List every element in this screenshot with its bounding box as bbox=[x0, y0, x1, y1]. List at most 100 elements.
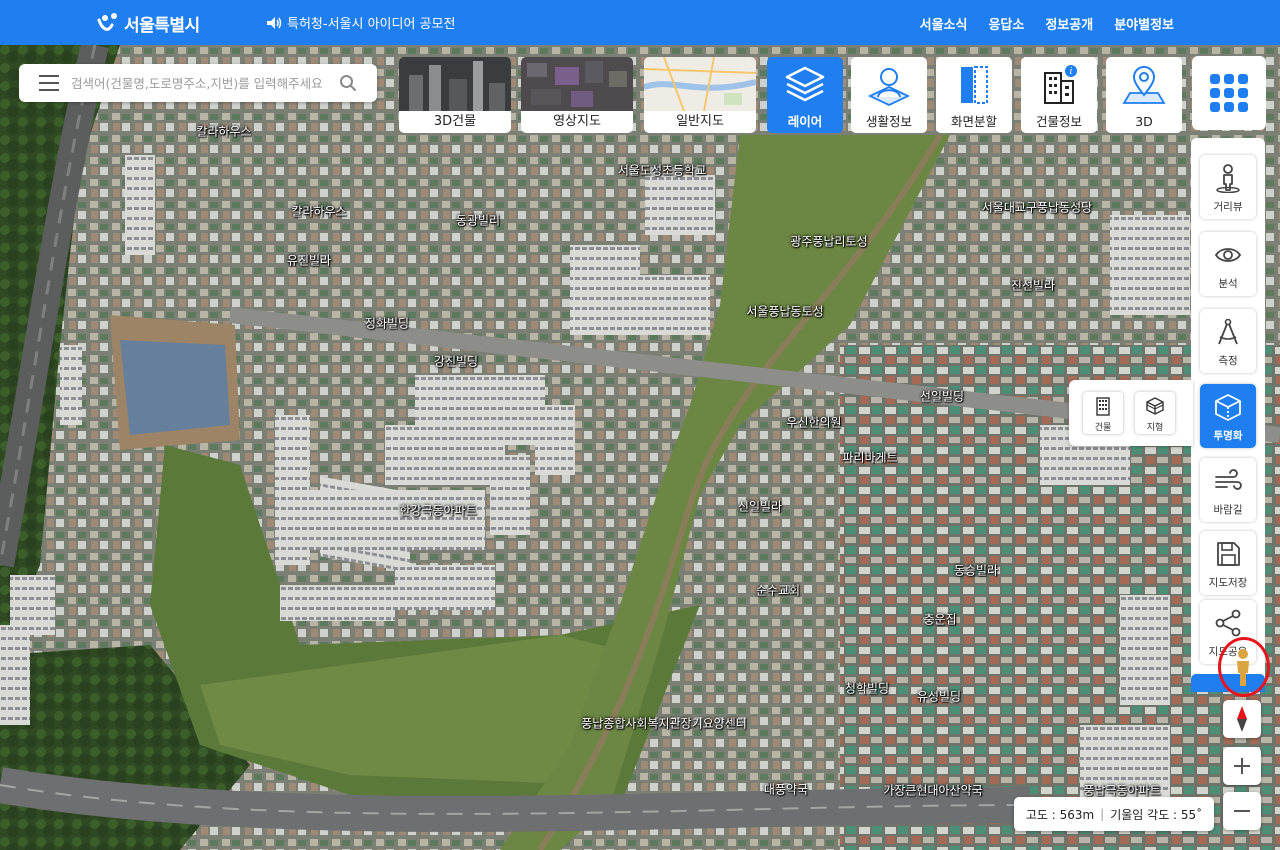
nav-seoul-news[interactable]: 서울소식 bbox=[920, 14, 968, 33]
satellite-3d-map[interactable]: 칼라하우스 칼라하우스 유진빌라 정화빌딩 동광빌리 서울도성초등학교 광주풍납리토성 서울풍… bbox=[0, 45, 1280, 850]
search-bar bbox=[19, 64, 377, 102]
building-icon bbox=[1096, 397, 1110, 416]
map-place-label[interactable]: 서울풍납동토성 bbox=[746, 303, 823, 320]
notice-text: 특허청-서울시 아이디어 공모전 bbox=[287, 17, 456, 32]
tab-general-map-label: 일반지도 bbox=[644, 111, 756, 133]
compass-button[interactable] bbox=[1223, 700, 1261, 738]
save-map-tool[interactable]: 지도저장 bbox=[1200, 531, 1256, 595]
hamburger-icon[interactable] bbox=[39, 75, 59, 91]
wind-path-label: 바람길 bbox=[1213, 504, 1243, 516]
building-info-icon: i bbox=[1044, 65, 1077, 104]
tab-life-info[interactable]: 생활정보 bbox=[851, 57, 927, 133]
map-place-label[interactable]: 광주풍납리토성 bbox=[790, 233, 867, 250]
logo-text: 서울특별시 bbox=[124, 15, 200, 36]
street-view-tool[interactable]: 거리뷰 bbox=[1200, 155, 1256, 219]
search-icon[interactable] bbox=[339, 74, 357, 92]
altitude-readout: 고도 : 563m bbox=[1025, 807, 1095, 822]
map-place-label[interactable]: 칼라하우스 bbox=[196, 123, 251, 140]
map-place-label[interactable]: 충운집 bbox=[923, 611, 956, 628]
svg-text:i: i bbox=[1070, 67, 1073, 77]
tab-life-info-label: 생활정보 bbox=[851, 111, 927, 133]
tab-general-map[interactable]: 일반지도 bbox=[644, 57, 756, 133]
zoom-in-button[interactable] bbox=[1223, 747, 1261, 785]
wind-path-tool[interactable]: 바람길 bbox=[1200, 458, 1256, 522]
eye-icon bbox=[1214, 248, 1242, 262]
map-place-label[interactable]: 정화빌딩 bbox=[365, 315, 409, 332]
nav-field-information[interactable]: 분야별정보 bbox=[1114, 14, 1174, 33]
tilt-readout: 기울임 각도 : 55˚ bbox=[1110, 807, 1203, 822]
camera-status: 고도 : 563m | 기울임 각도 : 55˚ bbox=[1014, 797, 1214, 831]
wind-icon bbox=[1215, 469, 1242, 490]
tab-layer-label: 레이어 bbox=[767, 111, 843, 133]
transparency-terrain-label: 지형 bbox=[1146, 423, 1164, 433]
life-info-icon bbox=[867, 68, 911, 106]
tab-3d-view[interactable]: 3D bbox=[1106, 57, 1182, 133]
pedestrian-icon[interactable] bbox=[1229, 648, 1257, 688]
search-input[interactable] bbox=[71, 75, 333, 91]
measure-tool[interactable]: 측정 bbox=[1200, 309, 1256, 373]
map-place-label[interactable]: 대풍약국 bbox=[764, 781, 808, 798]
tab-split-screen-label: 화면분할 bbox=[936, 111, 1012, 133]
transparency-popup: 건물 지형 bbox=[1069, 380, 1193, 446]
grid-icon bbox=[1210, 74, 1248, 112]
tab-satellite-map-label: 영상지도 bbox=[521, 111, 633, 133]
top-header: 서울특별시 특허청-서울시 아이디어 공모전 서울소식 응답소 정보공개 분야별… bbox=[0, 0, 1280, 45]
notice-banner[interactable]: 특허청-서울시 아이디어 공모전 bbox=[266, 13, 455, 32]
3d-location-icon bbox=[1122, 66, 1166, 104]
tab-3d-building[interactable]: 3D건물 bbox=[399, 57, 511, 133]
map-place-label[interactable]: 청학빌딩 bbox=[845, 680, 889, 697]
tab-building-info[interactable]: i 건물정보 bbox=[1021, 57, 1097, 133]
map-place-label[interactable]: 신일빌라 bbox=[738, 498, 782, 515]
map-place-label[interactable]: 선일빌딩 bbox=[920, 388, 964, 405]
street-view-label: 거리뷰 bbox=[1213, 201, 1243, 213]
tab-split-screen[interactable]: 화면분할 bbox=[936, 57, 1012, 133]
map-place-label[interactable]: 유진빌라 bbox=[287, 252, 331, 269]
map-place-label[interactable]: 서울도성초등학교 bbox=[618, 162, 706, 179]
map-place-label[interactable]: 우신한의원 bbox=[786, 414, 841, 431]
3d-building-thumbnail bbox=[399, 57, 511, 111]
map-place-label[interactable]: 강진빌딩 bbox=[434, 353, 478, 370]
map-place-label[interactable]: 유성빌딩 bbox=[917, 688, 961, 705]
transparency-tool[interactable]: 투명화 bbox=[1200, 384, 1256, 448]
transparency-building-button[interactable]: 건물 bbox=[1083, 392, 1123, 434]
map-place-label[interactable]: 풍납극동아파트 bbox=[1083, 782, 1160, 799]
transparency-label: 투명화 bbox=[1213, 430, 1243, 442]
status-separator: | bbox=[1100, 807, 1105, 821]
analysis-label: 분석 bbox=[1218, 278, 1238, 290]
map-place-label[interactable]: 한강극동아파트 bbox=[399, 502, 476, 519]
analysis-tool[interactable]: 분석 bbox=[1200, 232, 1256, 296]
seoul-logo[interactable]: 서울특별시 bbox=[96, 11, 200, 36]
map-place-label[interactable]: 서울대교구풍납동성당 bbox=[982, 199, 1092, 216]
transparent-cube-icon bbox=[1215, 394, 1241, 421]
satellite-thumbnail bbox=[521, 57, 633, 111]
share-icon bbox=[1215, 609, 1241, 637]
tab-satellite-map[interactable]: 영상지도 bbox=[521, 57, 633, 133]
zoom-out-button[interactable] bbox=[1223, 792, 1261, 830]
layers-icon bbox=[785, 66, 825, 102]
map-place-label[interactable]: 풍납종합사회복지관장기요양센터 bbox=[581, 715, 747, 732]
general-map-thumbnail bbox=[644, 57, 756, 111]
plus-icon bbox=[1234, 758, 1250, 774]
transparency-terrain-button[interactable]: 지형 bbox=[1135, 392, 1175, 434]
tab-layer[interactable]: 레이어 bbox=[767, 57, 843, 133]
save-map-label: 지도저장 bbox=[1208, 577, 1248, 589]
app-grid-button[interactable] bbox=[1192, 56, 1266, 130]
map-place-label[interactable]: 진선빌라 bbox=[1011, 277, 1055, 294]
top-nav: 서울소식 응답소 정보공개 분야별정보 bbox=[920, 14, 1174, 33]
split-screen-icon bbox=[961, 66, 988, 104]
nav-information-disclosure[interactable]: 정보공개 bbox=[1045, 14, 1093, 33]
map-place-label[interactable]: 파리바게트 bbox=[842, 449, 897, 466]
map-place-label[interactable]: 가장큰현대아산약국 bbox=[883, 782, 982, 799]
map-place-label[interactable]: 동승빌라 bbox=[954, 562, 998, 579]
street-view-icon bbox=[1216, 164, 1240, 193]
tab-3d-view-label: 3D bbox=[1106, 111, 1182, 133]
map-place-label[interactable]: 순수교회 bbox=[756, 582, 800, 599]
terrain-cube-icon bbox=[1146, 397, 1164, 415]
measure-label: 측정 bbox=[1218, 355, 1238, 367]
seoul-logo-icon bbox=[97, 13, 117, 31]
map-place-label[interactable]: 칼라하우스 bbox=[291, 203, 346, 220]
nav-response-center[interactable]: 응답소 bbox=[988, 14, 1024, 33]
tool-panel: 거리뷰 분석 측정 투명화 바람길 지도저장 지도공유 bbox=[1191, 138, 1265, 682]
speaker-icon bbox=[267, 16, 282, 29]
map-place-label[interactable]: 동광빌리 bbox=[456, 212, 500, 229]
